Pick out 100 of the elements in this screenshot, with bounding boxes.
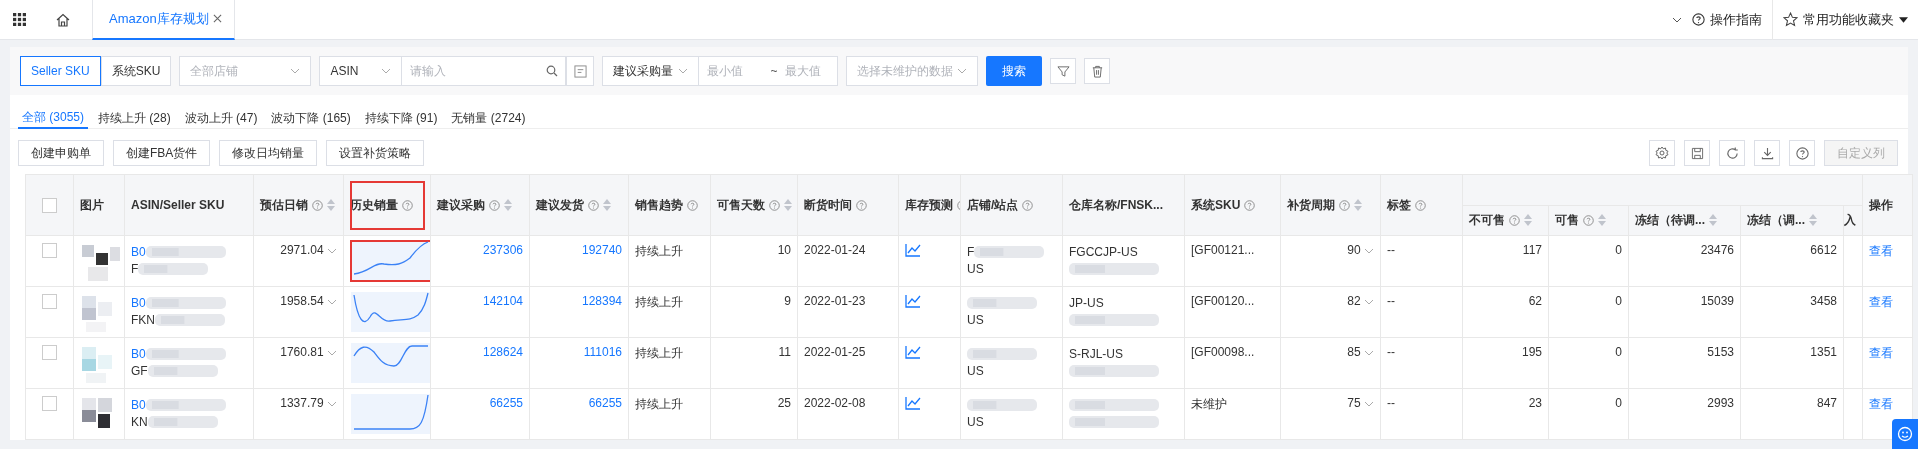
status-tab[interactable]: 波动上升 (47) bbox=[180, 107, 262, 129]
shipment-qty-link[interactable]: 192740 bbox=[581, 243, 622, 257]
view-link[interactable]: 查看 bbox=[1869, 295, 1894, 309]
page-tab[interactable]: Amazon库存规划 bbox=[92, 0, 235, 40]
daily-sales: 1958.54 bbox=[280, 294, 324, 308]
store-select[interactable]: 全部店铺 bbox=[179, 56, 312, 86]
settings-button[interactable] bbox=[1649, 140, 1675, 166]
sort-icon[interactable] bbox=[1354, 199, 1362, 211]
status-tab[interactable]: 持续上升 (28) bbox=[94, 107, 175, 129]
system-sku: 未维护 bbox=[1191, 397, 1227, 411]
warehouse-fnsku: S-RJL-US bbox=[1069, 346, 1123, 361]
sort-icon[interactable] bbox=[1709, 214, 1717, 227]
action-button[interactable]: 修改日均销量 bbox=[219, 140, 318, 166]
asin-link[interactable]: B0 bbox=[131, 397, 146, 412]
header-label: 图片 bbox=[80, 196, 104, 214]
shipment-qty-link[interactable]: 66255 bbox=[588, 396, 622, 410]
sku-type-toggle[interactable]: 系统SKU bbox=[100, 56, 172, 86]
home-icon[interactable] bbox=[56, 12, 70, 27]
batch-input-button[interactable] bbox=[566, 56, 595, 86]
redaction-blur bbox=[147, 414, 218, 429]
min-field[interactable]: 最小值 bbox=[699, 64, 771, 78]
status-tab[interactable]: 持续下降 (91) bbox=[360, 107, 442, 129]
view-link[interactable]: 查看 bbox=[1869, 244, 1894, 258]
help-icon bbox=[1692, 13, 1705, 26]
chart-icon[interactable] bbox=[905, 345, 921, 359]
tag: -- bbox=[1387, 294, 1395, 308]
sort-icon[interactable] bbox=[784, 199, 792, 211]
shipment-qty-link[interactable]: 128394 bbox=[581, 294, 622, 308]
action-button[interactable]: 创建申购单 bbox=[18, 140, 104, 166]
quantity-select[interactable]: 建议采购量 bbox=[602, 56, 699, 86]
chart-icon[interactable] bbox=[905, 396, 921, 410]
field-select[interactable]: ASIN bbox=[319, 56, 402, 86]
unmaintained-select[interactable]: 选择未维护的数据 bbox=[846, 56, 979, 86]
row-checkbox[interactable] bbox=[42, 345, 57, 361]
sort-icon[interactable] bbox=[504, 199, 512, 211]
action-button[interactable]: 创建FBA货件 bbox=[113, 140, 211, 166]
chart-icon[interactable] bbox=[905, 294, 921, 308]
view-link[interactable]: 查看 bbox=[1869, 397, 1894, 411]
sku-type-toggle[interactable]: Seller SKU bbox=[20, 56, 101, 86]
asin-link[interactable]: B0 bbox=[131, 346, 146, 361]
max-field[interactable]: 最大值 bbox=[777, 64, 849, 78]
search-button[interactable]: 搜索 bbox=[986, 56, 1043, 86]
unsellable-qty: 195 bbox=[1521, 345, 1542, 359]
redaction-blur bbox=[967, 397, 1037, 412]
delete-button[interactable] bbox=[1084, 58, 1111, 84]
purchase-qty-link[interactable]: 128624 bbox=[482, 345, 523, 359]
refresh-button[interactable] bbox=[1719, 140, 1745, 166]
sort-icon[interactable] bbox=[1524, 214, 1532, 227]
download-button[interactable] bbox=[1754, 140, 1780, 166]
tag: -- bbox=[1387, 243, 1395, 257]
daily-sales: 2971.04 bbox=[280, 243, 324, 257]
guide-link[interactable]: 操作指南 bbox=[1682, 0, 1772, 40]
status-tab[interactable]: 波动下降 (165) bbox=[267, 107, 355, 129]
header-label: 补货周期 bbox=[1287, 196, 1335, 214]
frozen-qty: 3458 bbox=[1810, 294, 1837, 308]
header-label: 可售 bbox=[1555, 211, 1579, 229]
settings-icon bbox=[1655, 146, 1669, 160]
favorites-menu[interactable]: 常用功能收藏夹 bbox=[1772, 0, 1918, 40]
sort-icon[interactable] bbox=[1809, 214, 1817, 227]
restock-cycle: 75 bbox=[1347, 396, 1361, 410]
sort-icon[interactable] bbox=[1598, 214, 1606, 227]
seller-sku: GF bbox=[131, 363, 148, 378]
restock-cycle: 90 bbox=[1347, 243, 1361, 257]
help-button[interactable] bbox=[1789, 140, 1815, 166]
asin-link[interactable]: B0 bbox=[131, 244, 146, 259]
header-label: 操作 bbox=[1869, 197, 1894, 212]
row-checkbox[interactable] bbox=[42, 294, 57, 310]
apps-grid-icon[interactable] bbox=[13, 13, 26, 26]
row-checkbox[interactable] bbox=[42, 396, 57, 412]
status-tab[interactable]: 无销量 (2724) bbox=[447, 107, 530, 129]
action-button[interactable]: 设置补货策略 bbox=[326, 140, 425, 166]
search-field[interactable]: 请输入 bbox=[401, 56, 567, 86]
purchase-qty-link[interactable]: 237306 bbox=[482, 243, 523, 257]
frozen-pending-qty: 5153 bbox=[1707, 345, 1734, 359]
chevron-down-icon bbox=[290, 68, 301, 74]
row-checkbox[interactable] bbox=[42, 243, 57, 259]
sort-icon[interactable] bbox=[603, 199, 611, 211]
header-label: 库存预测 bbox=[905, 196, 953, 214]
save-button[interactable] bbox=[1684, 140, 1710, 166]
chevron-down-icon[interactable] bbox=[1672, 16, 1682, 23]
view-link[interactable]: 查看 bbox=[1869, 346, 1894, 360]
status-tab[interactable]: 全部 (3055) bbox=[18, 107, 89, 129]
chevron-down-icon bbox=[327, 350, 337, 356]
system-sku: [GF00121... bbox=[1191, 243, 1255, 257]
sort-icon[interactable] bbox=[327, 199, 335, 211]
filter-button[interactable] bbox=[1050, 58, 1077, 84]
chevron-down-icon bbox=[327, 401, 337, 407]
close-icon[interactable] bbox=[212, 14, 222, 23]
purchase-qty-link[interactable]: 66255 bbox=[489, 396, 523, 410]
custom-columns-button[interactable]: 自定义列 bbox=[1824, 140, 1898, 166]
header-label: 销售趋势 bbox=[635, 196, 683, 214]
asin-link[interactable]: B0 bbox=[131, 295, 146, 310]
header-label: ASIN/Seller SKU bbox=[131, 198, 225, 212]
chevron-down-icon bbox=[1364, 299, 1374, 305]
filter-icon bbox=[1056, 64, 1070, 78]
select-all-checkbox[interactable] bbox=[42, 197, 57, 213]
chart-icon[interactable] bbox=[905, 243, 921, 257]
shipment-qty-link[interactable]: 111016 bbox=[583, 345, 622, 359]
chat-button[interactable] bbox=[1892, 419, 1918, 449]
purchase-qty-link[interactable]: 142104 bbox=[482, 294, 523, 308]
